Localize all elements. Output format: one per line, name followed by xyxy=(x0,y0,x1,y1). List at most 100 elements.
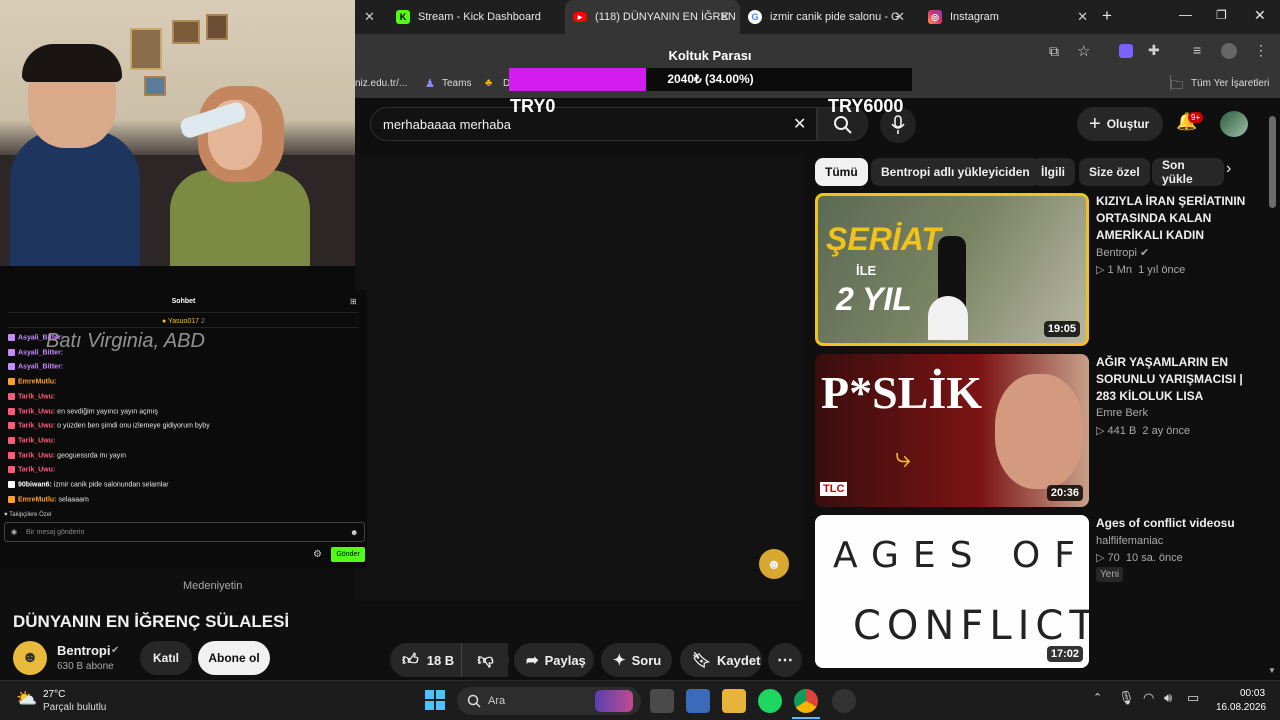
close-tab-icon[interactable]: ✕ xyxy=(719,9,730,25)
close-tab-icon[interactable]: ✕ xyxy=(894,9,905,25)
extensions-puzzle-icon[interactable]: ✚ xyxy=(1148,42,1160,59)
subscribe-button[interactable]: Abone ol xyxy=(198,641,270,675)
channel-name[interactable]: Bentropi xyxy=(57,643,110,658)
recommendation-title[interactable]: AĞIR YAŞAMLARIN EN SORUNLU YARIŞMACISI |… xyxy=(1096,354,1266,405)
chat-users-icon[interactable]: ⊞ xyxy=(350,297,357,306)
send-button[interactable]: Gönder xyxy=(331,547,365,562)
chat-username[interactable]: EmreMutlu: xyxy=(18,496,57,503)
bookmark-teams[interactable]: Teams xyxy=(442,78,471,89)
volume-icon[interactable]: 🔊︎ xyxy=(1164,690,1172,706)
wifi-icon[interactable]: ◠ xyxy=(1143,690,1154,706)
clock-time[interactable]: 00:03 xyxy=(1240,688,1265,699)
donation-amount: 2040₺ (34.00%) xyxy=(667,72,754,86)
chip-for-you[interactable]: Size özel xyxy=(1079,158,1150,186)
ask-button[interactable]: ✦ Soru xyxy=(601,643,672,677)
media-control-icon[interactable]: ≡ xyxy=(1193,42,1201,58)
thumbnail-text: P*SLİK xyxy=(821,367,983,418)
share-button[interactable]: ➦ Paylaş xyxy=(514,643,594,677)
battery-icon[interactable]: ▭ xyxy=(1187,690,1199,706)
chrome-icon[interactable] xyxy=(794,689,818,713)
tab-instagram[interactable]: ◎ Instagram ✕ xyxy=(920,0,1098,34)
search-input[interactable]: merhabaaaa merhaba ✕ xyxy=(370,107,817,141)
save-button[interactable]: 🔖︎ Kaydet xyxy=(680,643,762,677)
chat-username[interactable]: Asyali_Bitter: xyxy=(18,349,63,356)
more-actions-icon[interactable]: ⋯ xyxy=(768,643,802,677)
chat-username[interactable]: Tarik_Uwu: xyxy=(18,467,55,474)
chat-settings-gear-icon[interactable]: ⚙ xyxy=(313,549,322,560)
install-app-icon[interactable]: ⧉ xyxy=(1049,43,1059,60)
dislike-button[interactable]: 👎︎ xyxy=(461,643,509,677)
recommendation-channel[interactable]: halflifemaniac xyxy=(1096,535,1163,547)
weather-partly-cloudy-icon[interactable]: ⛅ xyxy=(16,689,37,709)
close-window-icon[interactable]: ✕ xyxy=(1254,7,1266,24)
chat-username[interactable]: 90biwan6: xyxy=(18,481,52,488)
account-avatar[interactable] xyxy=(1220,111,1248,137)
chevron-right-icon[interactable]: › xyxy=(1226,160,1231,178)
profile-avatar[interactable] xyxy=(1221,43,1237,59)
video-player[interactable]: ☻ xyxy=(355,155,802,601)
close-icon[interactable]: ✕ xyxy=(364,9,375,25)
weather-description[interactable]: Parçalı bulutlu xyxy=(43,702,106,713)
taskbar-search-input[interactable]: Ara xyxy=(457,687,641,715)
create-button[interactable]: + Oluştur xyxy=(1077,107,1163,141)
windows-start-icon[interactable] xyxy=(424,689,448,713)
close-tab-icon[interactable]: ✕ xyxy=(1077,9,1088,25)
store-icon[interactable] xyxy=(686,689,710,713)
recommendation-thumbnail[interactable]: P*SLİK TLC ⤷ 20:36 xyxy=(815,354,1089,507)
recommendation-channel[interactable]: Emre Berk xyxy=(1096,407,1148,419)
chat-message: Tarik_Uwu: xyxy=(8,436,55,444)
channel-avatar[interactable]: ☻ xyxy=(13,641,47,675)
chat-username[interactable]: Asyali_Bitter: xyxy=(18,334,63,341)
menu-dots-icon[interactable]: ⋮ xyxy=(1254,42,1268,59)
chip-all[interactable]: Tümü xyxy=(815,158,868,186)
chat-emote-icon[interactable]: ◉ xyxy=(11,528,17,536)
spotify-icon[interactable] xyxy=(758,689,782,713)
recommendation-title[interactable]: Ages of conflict videosu xyxy=(1096,515,1266,532)
obs-icon[interactable] xyxy=(832,689,856,713)
bookmark-item[interactable]: niz.edu.tr/... xyxy=(355,78,407,89)
user-badge-icon xyxy=(8,378,15,386)
recommendation-channel[interactable]: Bentropi ✔ xyxy=(1096,246,1149,259)
chat-message: Tarik_Uwu: o yüzden ben şimdi onu izleme… xyxy=(8,422,210,430)
chat-username[interactable]: EmreMutlu: xyxy=(18,378,57,385)
recommendation-thumbnail[interactable]: AGES OF CONFLICT 17:02 xyxy=(815,515,1089,668)
chip-related[interactable]: İlgili xyxy=(1031,158,1075,186)
restore-icon[interactable]: ❐ xyxy=(1216,8,1227,22)
chat-username[interactable]: Tarik_Uwu: xyxy=(18,393,55,400)
chat-username[interactable]: Asyali_Bitter: xyxy=(18,364,63,371)
chip-recent[interactable]: Son yükle xyxy=(1152,158,1224,186)
microphone-icon[interactable]: 🎙︎ xyxy=(1118,690,1135,706)
scroll-down-arrow-icon[interactable]: ▼ xyxy=(1268,666,1276,675)
scrollbar-thumb[interactable] xyxy=(1269,116,1276,208)
recommendation-thumbnail[interactable]: ŞERİAT İLE 2 YIL 19:05 xyxy=(815,193,1089,346)
chat-message: Asyali_Bitter: xyxy=(8,334,63,341)
chat-username[interactable]: Tarik_Uwu: xyxy=(18,437,55,444)
temperature[interactable]: 27°C xyxy=(43,689,65,700)
chat-username[interactable]: Tarik_Uwu: xyxy=(18,452,55,459)
chat-username[interactable]: Tarik_Uwu: xyxy=(18,423,55,430)
chat-username[interactable]: Tarik_Uwu: xyxy=(18,408,55,415)
recommendation-title[interactable]: KIZIYLA İRAN ŞERİATININ ORTASINDA KALAN … xyxy=(1096,193,1266,244)
hair-shape xyxy=(22,44,122,82)
show-hidden-icons-icon[interactable]: ⌃ xyxy=(1093,691,1102,704)
file-explorer-icon[interactable] xyxy=(722,689,746,713)
chat-message-input[interactable]: ◉ Bir mesaj gönderin ☻ xyxy=(4,522,365,542)
new-tab-icon[interactable]: + xyxy=(1102,6,1112,26)
chip-from-uploader[interactable]: Bentropi adlı yükleyiciden xyxy=(871,158,1040,186)
join-button[interactable]: Katıl xyxy=(140,641,192,675)
tab-google-search[interactable]: G izmir canik pide salonu - G ✕ xyxy=(740,0,915,34)
emoji-icon[interactable]: ☻ xyxy=(350,528,358,537)
task-view-icon[interactable] xyxy=(650,689,674,713)
save-label: Kaydet xyxy=(717,652,761,668)
figure-shape xyxy=(928,296,968,340)
tab-youtube[interactable]: ▶ (118) DÜNYANIN EN İĞREN ✕ xyxy=(565,0,740,34)
bookmark-star-icon[interactable]: ☆ xyxy=(1077,42,1090,60)
clock-date[interactable]: 16.08.2026 xyxy=(1216,702,1266,713)
tab-kick-dashboard[interactable]: K Stream - Kick Dashboard ✕ xyxy=(388,0,593,34)
extension-icon[interactable] xyxy=(1119,44,1133,58)
minimize-icon[interactable]: — xyxy=(1179,7,1192,22)
wall-picture xyxy=(172,20,200,44)
all-bookmarks[interactable]: Tüm Yer İşaretleri xyxy=(1191,78,1269,89)
clear-search-icon[interactable]: ✕ xyxy=(793,114,806,134)
recommendation-meta: ▷ 1 Mn 1 yıl önce xyxy=(1096,263,1185,276)
